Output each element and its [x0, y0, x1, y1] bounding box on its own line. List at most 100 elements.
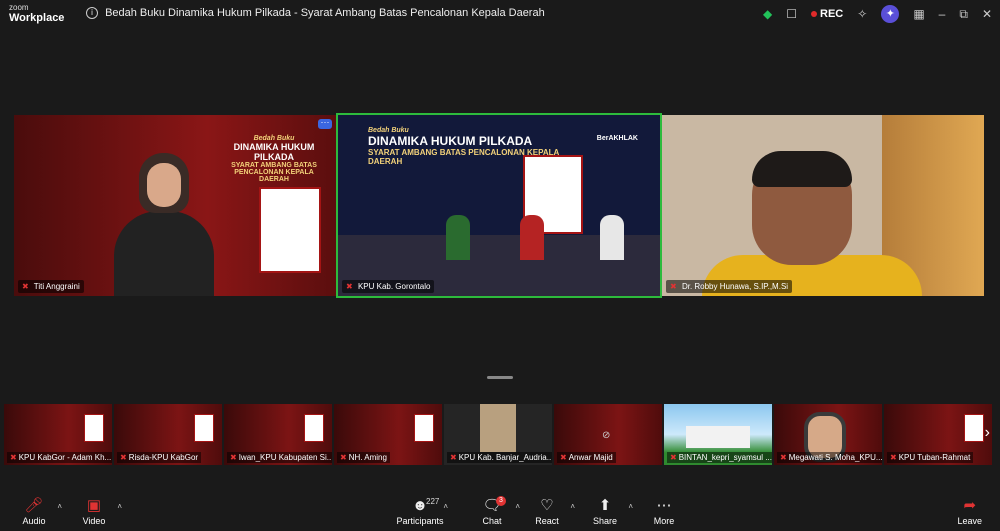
video-tile-robby[interactable]: ✖ Dr. Robby Hunawa, S.IP.,M.Si — [662, 115, 984, 296]
thumbnail-tile[interactable]: ⊘ ✖ Anwar Majid — [554, 404, 662, 465]
leave-button[interactable]: ➦ Leave — [957, 496, 982, 526]
thumbnail-tile[interactable]: ✖ KPU Tuban-Rahmat › — [884, 404, 992, 465]
camera-off-icon: ▣ — [86, 497, 102, 514]
recording-indicator[interactable]: REC — [811, 8, 843, 20]
chat-label: Chat — [482, 516, 502, 526]
notes-icon[interactable]: ☐ — [786, 7, 797, 21]
speaker-3 — [600, 215, 624, 260]
mic-muted-icon: ✖ — [560, 453, 567, 462]
strip-resize-handle[interactable] — [487, 376, 513, 379]
banner-line1: Bedah Buku — [368, 127, 409, 134]
thumbnail-name: ✖ Risda-KPU KabGor — [117, 452, 202, 463]
participants-button[interactable]: ☻ 227 Participants ˄ — [392, 496, 448, 526]
more-button[interactable]: ⋯ More — [636, 496, 692, 526]
meeting-title-text: Bedah Buku Dinamika Hukum Pilkada - Syar… — [105, 7, 545, 19]
rec-dot-icon — [811, 11, 818, 17]
book-cover-image — [304, 414, 324, 442]
meeting-toolbar: 🎤︎ Audio ˄ ▣ Video ˄ ☻ 227 Participants … — [0, 492, 1000, 531]
restore-icon[interactable]: ⧉ — [959, 7, 968, 22]
thumbnail-name: ✖ Megawati S. Moha_KPU... — [777, 452, 882, 463]
participant-name: Titi Anggraini — [33, 282, 80, 291]
react-label: React — [535, 516, 559, 526]
thumbnail-name: ✖ Anwar Majid — [557, 452, 616, 463]
more-options-icon[interactable]: ··· — [318, 118, 332, 129]
mic-muted-icon: ✖ — [670, 282, 677, 291]
speaker-1 — [446, 215, 470, 260]
share-button[interactable]: ⬆ Share ˄ — [577, 496, 633, 526]
more-label: More — [653, 516, 675, 526]
mic-muted-icon: ✖ — [890, 453, 897, 462]
participants-options-chevron-icon[interactable]: ˄ — [443, 502, 448, 511]
ai-companion-icon[interactable]: ✦ — [881, 5, 900, 23]
rec-label: REC — [820, 8, 844, 20]
thumbnail-tile[interactable]: ✖ Iwan_KPU Kabupaten Si... — [224, 404, 332, 465]
shield-icon[interactable]: ◆ — [763, 7, 772, 21]
chat-icon: 🗨︎ — [482, 497, 502, 514]
close-icon[interactable]: ✕ — [982, 7, 992, 21]
name-tag: ✖ KPU Kab. Gorontalo — [342, 280, 435, 293]
leave-icon: ➦ — [963, 497, 977, 514]
mic-muted-icon: ✖ — [780, 453, 787, 462]
video-tile-kpu-gorontalo[interactable]: Bedah Buku DINAMIKA HUKUM PILKADA SYARAT… — [336, 113, 662, 298]
participants-icon: ☻ — [412, 497, 428, 514]
banner-line1: Bedah Buku — [253, 135, 295, 142]
share-screen-icon: ⬆ — [598, 497, 612, 514]
video-off-icon: ⊘ — [602, 430, 611, 441]
thumbnail-tile[interactable]: ✖ NH. Aming — [334, 404, 442, 465]
magic-wand-icon[interactable]: ✧ — [857, 7, 867, 21]
brand-big: Workplace — [9, 12, 65, 24]
mic-muted-icon: ✖ — [340, 453, 347, 462]
mic-muted-icon: ✖ — [120, 453, 127, 462]
thumbnail-strip: ✖ KPU KabGor - Adam Kh... ✖ Risda-KPU KabG… — [0, 404, 1000, 467]
thumbnail-tile[interactable]: ✖ KPU Kab. Banjar_Audria... — [444, 404, 552, 465]
thumbnail-tile[interactable]: ✖ KPU KabGor - Adam Kh... — [4, 404, 112, 465]
banner-line2: DINAMIKA HUKUM PILKADA — [368, 134, 533, 148]
participant-name: Dr. Robby Hunawa, S.IP.,M.Si — [681, 282, 789, 291]
participant-name: Risda-KPU KabGor — [128, 453, 199, 462]
name-tag: ✖ Dr. Robby Hunawa, S.IP.,M.Si — [666, 280, 793, 293]
video-options-chevron-icon[interactable]: ˄ — [117, 502, 122, 511]
audio-button[interactable]: 🎤︎ Audio ˄ — [6, 496, 62, 526]
book-cover-image — [259, 187, 321, 273]
participant-name: BINTAN_kepri_syamsul ... — [678, 453, 772, 462]
book-cover-image — [414, 414, 434, 442]
meeting-title: i Bedah Buku Dinamika Hukum Pilkada - Sy… — [86, 7, 545, 20]
name-tag: ✖ Titi Anggraini — [18, 280, 84, 293]
hair-shape — [752, 151, 852, 187]
microphone-muted-icon: 🎤︎ — [24, 497, 44, 514]
title-bar: zoom Workplace i Bedah Buku Dinamika Huk… — [0, 0, 1000, 27]
speaker-2 — [520, 215, 544, 260]
participant-name: Iwan_KPU Kabupaten Si... — [238, 453, 332, 462]
chat-button[interactable]: 🗨︎ 3 Chat ˄ — [464, 496, 520, 526]
grid-view-icon[interactable]: ▦ — [913, 7, 924, 21]
zoom-logo: zoom Workplace — [9, 3, 65, 24]
thumbnail-name: ✖ BINTAN_kepri_syamsul ... — [667, 452, 772, 463]
mic-muted-icon: ✖ — [346, 282, 353, 291]
info-icon[interactable]: i — [86, 7, 98, 20]
participant-name: KPU Tuban-Rahmat — [898, 453, 971, 462]
share-options-chevron-icon[interactable]: ˄ — [628, 502, 633, 511]
thumbnail-tile[interactable]: ✖ Megawati S. Moha_KPU... — [774, 404, 882, 465]
video-tile-titi[interactable]: Bedah Buku DINAMIKA HUKUM PILKADA SYARAT… — [14, 115, 336, 296]
next-page-chevron-icon[interactable]: › — [985, 424, 990, 442]
react-options-chevron-icon[interactable]: ˄ — [570, 502, 575, 511]
participant-name: NH. Aming — [348, 453, 387, 462]
participants-count: 227 — [426, 497, 440, 506]
title-right-controls: ◆ ☐ REC ✧ ✦ ▦ – ⧉ ✕ — [763, 4, 992, 24]
book-cover-image — [964, 414, 984, 442]
thumbnail-name: ✖ NH. Aming — [337, 452, 390, 463]
book-cover-image — [84, 414, 104, 442]
react-button[interactable]: ♡ React ˄ — [519, 496, 575, 526]
building-image — [686, 426, 750, 448]
minimize-icon[interactable]: – — [939, 7, 946, 21]
thumbnail-tile[interactable]: ✖ Risda-KPU KabGor — [114, 404, 222, 465]
video-button[interactable]: ▣ Video ˄ — [66, 496, 122, 526]
participant-name: Anwar Majid — [568, 453, 613, 462]
body-shape — [114, 211, 214, 296]
more-icon: ⋯ — [656, 497, 672, 514]
thumbnail-tile[interactable]: ✖ BINTAN_kepri_syamsul ... — [664, 404, 772, 465]
mic-muted-icon: ✖ — [22, 282, 29, 291]
audio-options-chevron-icon[interactable]: ˄ — [57, 502, 62, 511]
video-label: Video — [82, 516, 106, 526]
book-banner: Bedah Buku DINAMIKA HUKUM PILKADA SYARAT… — [224, 135, 324, 183]
